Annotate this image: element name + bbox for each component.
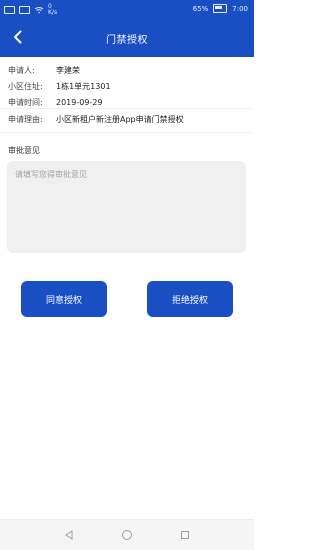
time-label: 申请时间: bbox=[8, 97, 43, 107]
approval-title: 审批意见 bbox=[8, 146, 40, 155]
approve-button[interactable]: 同意授权 bbox=[21, 281, 107, 317]
reason-value: 小区新租户新注册App申请门禁授权 bbox=[56, 114, 184, 124]
wifi-icon bbox=[34, 7, 44, 14]
reason-row: 申请理由: 小区新租户新注册App申请门禁授权 bbox=[8, 111, 246, 127]
address-label: 小区住址: bbox=[8, 81, 43, 91]
divider bbox=[0, 108, 254, 109]
app-bar: 门禁授权 bbox=[0, 20, 254, 57]
sim-icon-2 bbox=[19, 6, 30, 14]
header: 0 K/s 65% 7:00 门禁授权 bbox=[0, 0, 254, 57]
back-triangle-icon[interactable] bbox=[63, 529, 75, 541]
page-title: 门禁授权 bbox=[106, 35, 148, 46]
status-time: 7:00 bbox=[232, 4, 248, 13]
battery-icon bbox=[213, 4, 228, 13]
status-left: 0 K/s bbox=[4, 4, 57, 16]
battery-percent: 65% bbox=[192, 4, 209, 13]
applicant-value: 李建荣 bbox=[56, 65, 80, 75]
reason-label: 申请理由: bbox=[8, 114, 43, 124]
approval-opinion-input[interactable]: 请填写您得审批意见 bbox=[7, 161, 246, 253]
home-circle-icon[interactable] bbox=[121, 529, 133, 541]
divider bbox=[0, 132, 254, 133]
status-bar: 0 K/s 65% 7:00 bbox=[0, 0, 254, 20]
network-speed: 0 K/s bbox=[48, 3, 58, 16]
reject-button[interactable]: 拒绝授权 bbox=[147, 281, 233, 317]
recent-square-icon[interactable] bbox=[179, 529, 191, 541]
system-nav-bar bbox=[0, 519, 254, 550]
applicant-row: 申请人: 李建荣 bbox=[8, 62, 246, 78]
address-value: 1栋1单元1301 bbox=[56, 81, 111, 91]
address-row: 小区住址: 1栋1单元1301 bbox=[8, 78, 246, 94]
time-value: 2019-09-29 bbox=[56, 97, 103, 107]
sim-icon bbox=[4, 6, 15, 14]
applicant-label: 申请人: bbox=[8, 65, 35, 75]
status-right: 65% 7:00 bbox=[193, 4, 248, 13]
application-info: 申请人: 李建荣 小区住址: 1栋1单元1301 申请时间: 2019-09-2… bbox=[8, 62, 246, 110]
